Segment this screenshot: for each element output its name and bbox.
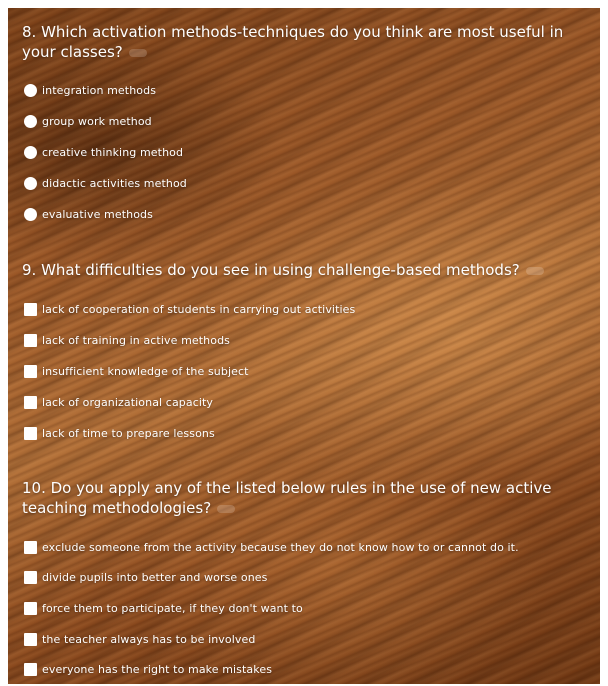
survey-form: 8. Which activation methods-techniques d… [8,8,600,684]
radio-button[interactable] [24,114,37,128]
option-label: the teacher always has to be involved [42,632,256,646]
radio-option[interactable]: evaluative methods [24,206,153,222]
checkbox-option[interactable]: lack of organizational capacity [24,394,213,410]
checkbox-option[interactable]: divide pupils into better and worse ones [24,569,268,585]
info-icon [217,504,236,513]
checkbox[interactable] [24,426,37,440]
checkbox[interactable] [24,662,37,676]
checkbox-option[interactable]: lack of cooperation of students in carry… [24,301,355,317]
radio-button[interactable] [24,83,37,97]
option-label: lack of cooperation of students in carry… [42,302,356,316]
checkbox-option[interactable]: force them to participate, if they don't… [24,600,303,616]
checkbox[interactable] [24,540,37,554]
question-10-title: 10. Do you apply any of the listed below… [22,479,552,517]
option-label: didactic activities method [42,176,187,190]
checkbox[interactable] [24,632,37,646]
option-label: lack of organizational capacity [42,395,214,409]
option-label: lack of training in active methods [42,333,230,347]
checkbox[interactable] [24,570,37,584]
checkbox-option[interactable]: lack of time to prepare lessons [24,425,215,441]
option-label: insufficient knowledge of the subject [42,364,249,378]
question-8-title: 8. Which activation methods-techniques d… [22,23,564,61]
checkbox-option[interactable]: the teacher always has to be involved [24,631,255,647]
radio-button[interactable] [24,176,37,190]
checkbox[interactable] [24,333,37,347]
option-label: everyone has the right to make mistakes [42,662,273,676]
option-label: creative thinking method [42,145,184,159]
option-label: exclude someone from the activity becaus… [42,540,519,554]
radio-option[interactable]: didactic activities method [24,175,187,191]
question-9-title: 9. What difficulties do you see in using… [22,260,594,280]
checkbox-option[interactable]: lack of training in active methods [24,332,230,348]
checkbox-option[interactable]: insufficient knowledge of the subject [24,363,249,379]
radio-button[interactable] [24,145,37,159]
option-label: group work method [42,114,152,128]
radio-button[interactable] [24,207,37,221]
radio-option[interactable]: group work method [24,113,152,129]
option-label: integration methods [42,83,157,97]
checkbox[interactable] [24,601,37,615]
option-label: force them to participate, if they don't… [42,601,303,615]
info-icon [128,48,147,57]
checkbox[interactable] [24,302,37,316]
checkbox-option[interactable]: exclude someone from the activity becaus… [24,539,519,555]
option-label: evaluative methods [42,207,153,221]
option-label: lack of time to prepare lessons [42,426,215,440]
checkbox[interactable] [24,364,37,378]
checkbox[interactable] [24,395,37,409]
option-label: divide pupils into better and worse ones [42,570,268,584]
info-icon [525,266,544,275]
radio-option[interactable]: creative thinking method [24,144,183,160]
radio-option[interactable]: integration methods [24,82,156,98]
checkbox-option[interactable]: everyone has the right to make mistakes [24,661,272,677]
